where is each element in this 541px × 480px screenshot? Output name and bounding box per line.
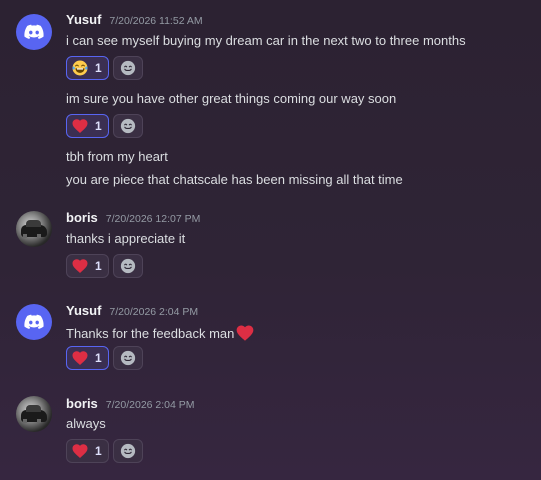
message-header: boris 7/20/2026 2:04 PM	[66, 396, 195, 414]
add-reaction-button[interactable]	[112, 346, 143, 370]
message-text: i can see myself buying my dream car in …	[66, 33, 466, 48]
timestamp: 7/20/2026 11:52 AM	[109, 15, 203, 27]
car-photo-icon	[21, 405, 47, 423]
message-text: you are piece that chatscale has been mi…	[66, 172, 403, 187]
reaction-laughing[interactable]: 1	[66, 56, 109, 80]
reaction-heart[interactable]: 1	[66, 254, 109, 278]
red-heart-icon	[71, 257, 89, 275]
username[interactable]: boris	[66, 210, 98, 225]
smiley-icon	[119, 257, 137, 275]
avatar[interactable]	[16, 304, 52, 340]
message-header: Yusuf 7/20/2026 2:04 PM	[66, 303, 198, 321]
reaction-count: 1	[95, 61, 102, 75]
add-reaction-button[interactable]	[112, 56, 143, 80]
reaction-heart[interactable]: 1	[66, 346, 109, 370]
username[interactable]: boris	[66, 396, 98, 411]
message-line: Thanks for the feedback man	[66, 323, 255, 343]
red-heart-icon	[71, 442, 89, 460]
message-text: tbh from my heart	[66, 149, 168, 164]
username[interactable]: Yusuf	[66, 303, 101, 318]
add-reaction-button[interactable]	[112, 439, 143, 463]
reaction-count: 1	[95, 444, 102, 458]
message-header: Yusuf 7/20/2026 11:52 AM	[66, 12, 203, 30]
reaction-bar: 1	[66, 254, 143, 278]
timestamp: 7/20/2026 12:07 PM	[105, 213, 201, 225]
red-heart-icon	[71, 117, 89, 135]
message-text: im sure you have other great things comi…	[66, 91, 397, 106]
car-photo-icon	[21, 220, 47, 238]
smiley-icon	[119, 442, 137, 460]
message-text: thanks i appreciate it	[66, 231, 186, 246]
smiley-icon	[119, 59, 137, 77]
reaction-heart[interactable]: 1	[66, 439, 109, 463]
timestamp: 7/20/2026 2:04 PM	[109, 306, 199, 318]
reaction-bar: 1	[66, 114, 143, 138]
reaction-bar: 1	[66, 56, 143, 80]
add-reaction-button[interactable]	[112, 254, 143, 278]
add-reaction-button[interactable]	[112, 114, 143, 138]
red-heart-icon	[71, 349, 89, 367]
reaction-count: 1	[95, 351, 102, 365]
reaction-count: 1	[95, 259, 102, 273]
username[interactable]: Yusuf	[66, 12, 101, 27]
discord-logo-icon	[23, 311, 45, 333]
red-heart-icon	[235, 323, 255, 343]
reaction-bar: 1	[66, 439, 143, 463]
avatar[interactable]	[16, 396, 52, 432]
message-text: Thanks for the feedback man	[66, 325, 235, 341]
reaction-heart[interactable]: 1	[66, 114, 109, 138]
avatar[interactable]	[16, 14, 52, 50]
discord-logo-icon	[23, 21, 45, 43]
smiley-icon	[119, 117, 137, 135]
timestamp: 7/20/2026 2:04 PM	[105, 399, 195, 411]
message-text: always	[66, 416, 106, 431]
avatar[interactable]	[16, 211, 52, 247]
laughing-face-icon	[71, 59, 89, 77]
reaction-bar: 1	[66, 346, 143, 370]
message-header: boris 7/20/2026 12:07 PM	[66, 210, 200, 228]
smiley-icon	[119, 349, 137, 367]
reaction-count: 1	[95, 119, 102, 133]
